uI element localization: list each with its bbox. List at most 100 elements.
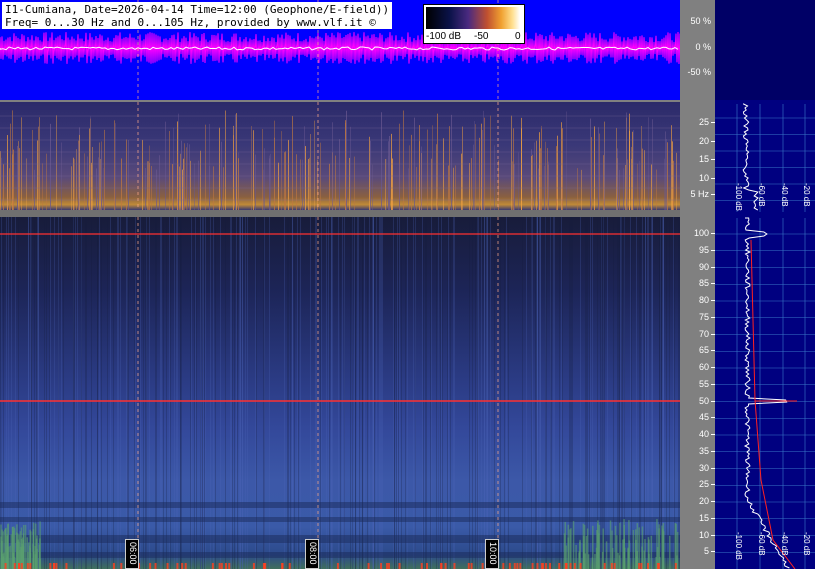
spectrogram-streak xyxy=(407,217,408,569)
spectrogram-streak xyxy=(553,217,554,569)
frequency-tick: 100 xyxy=(680,228,715,239)
high-frequency-spectrogram xyxy=(0,217,680,569)
spectrogram-streak xyxy=(210,217,211,569)
spectrogram-streak xyxy=(191,217,192,569)
spectrogram-streak xyxy=(263,169,264,210)
frequency-tick-label: 25 xyxy=(698,479,709,490)
spectrogram-streak xyxy=(302,159,303,210)
spectrogram-streak xyxy=(572,217,573,569)
spectrogram-streak xyxy=(601,217,602,569)
spectrogram-streak xyxy=(391,133,392,210)
spectrogram-streak xyxy=(115,123,116,210)
spectrogram-streak xyxy=(79,134,80,210)
spectrogram-streak xyxy=(430,217,431,569)
spectrogram-streak xyxy=(332,122,333,210)
low-noise-burst xyxy=(263,563,266,569)
spectrogram-streak xyxy=(6,217,7,569)
spectrogram-streak xyxy=(561,217,562,569)
noise-band xyxy=(0,502,680,508)
low-noise-burst xyxy=(610,563,613,569)
spectrogram-streak xyxy=(61,217,62,569)
spectrogram-streak xyxy=(566,111,567,210)
spectrogram-streak xyxy=(300,159,301,210)
low-noise-burst xyxy=(513,563,516,569)
spectrogram-streak xyxy=(159,155,160,210)
spectrogram-streak xyxy=(669,217,670,569)
spectrogram-streak xyxy=(74,159,75,210)
low-noise-streak xyxy=(658,524,660,569)
spectrogram-streak xyxy=(126,139,127,210)
spectrogram-streak xyxy=(198,160,199,210)
spectrogram-streak xyxy=(454,217,455,569)
spectrogram-streak xyxy=(633,130,634,210)
spectrogram-streak xyxy=(603,217,604,569)
spectrogram-streak xyxy=(478,217,479,569)
spectrogram-streak xyxy=(475,124,476,210)
low-noise-burst xyxy=(18,563,21,569)
spectrogram-streak xyxy=(382,217,383,569)
time-marker-label: 06:00 xyxy=(128,542,138,565)
low-noise-burst xyxy=(674,563,677,569)
frequency-tick-label: 15 xyxy=(698,512,709,523)
spectrogram-streak xyxy=(587,217,588,569)
spectrogram-streak xyxy=(118,217,119,569)
low-noise-burst xyxy=(508,563,511,569)
spectrogram-streak xyxy=(562,128,563,210)
waveform-scale-label: 50 % xyxy=(690,16,711,26)
spectrogram-streak xyxy=(398,217,399,569)
low-spectrogram-texture xyxy=(0,102,680,210)
spectrogram-streak xyxy=(200,150,201,210)
low-noise-burst xyxy=(569,563,572,569)
low-noise-streak xyxy=(0,550,3,569)
low-noise-streak xyxy=(24,524,27,569)
spectrogram-streak xyxy=(128,217,129,569)
spectrogram-streak xyxy=(512,161,513,210)
low-noise-burst xyxy=(549,563,552,569)
frequency-tick: 85 xyxy=(680,278,715,289)
spectrogram-streak xyxy=(73,157,74,210)
spectrogram-streak xyxy=(359,217,360,569)
spectrogram-streak xyxy=(376,217,377,569)
low-noise-burst xyxy=(558,563,561,569)
spectrogram-streak xyxy=(399,217,400,569)
spectrogram-streak xyxy=(114,120,115,210)
low-noise-streak xyxy=(644,539,646,569)
low-noise-streak xyxy=(598,524,601,569)
frequency-tick: 90 xyxy=(680,262,715,273)
spectrogram-streak xyxy=(548,161,549,210)
spectrogram-streak xyxy=(142,139,143,210)
low-noise-burst xyxy=(224,563,227,569)
waveform-scale-label: -50 % xyxy=(687,67,711,77)
low-noise-burst xyxy=(20,563,23,569)
frequency-tick: 35 xyxy=(680,446,715,457)
spectrogram-streak xyxy=(481,217,482,569)
spectrogram-streak xyxy=(8,217,9,569)
time-marker-label: 10:00 xyxy=(488,542,498,565)
spectrogram-streak xyxy=(374,217,375,569)
spectrogram-streak xyxy=(256,217,257,569)
spectrogram-streak xyxy=(126,217,127,569)
title-line2: Freq= 0...30 Hz and 0...105 Hz, provided… xyxy=(5,16,376,29)
spectrogram-streak xyxy=(648,117,649,210)
spectrogram-streak xyxy=(149,145,150,210)
spectrogram-streak xyxy=(85,217,86,569)
spectrogram-streak xyxy=(99,217,100,569)
low-noise-streak xyxy=(5,527,7,569)
low-noise-streak xyxy=(668,535,671,569)
low-noise-streak xyxy=(12,526,14,569)
spectrogram-streak xyxy=(18,217,19,569)
spectrogram-streak xyxy=(274,137,275,210)
spectrogram-streak xyxy=(662,217,663,569)
frequency-tick: 10 xyxy=(680,173,715,184)
low-noise-burst xyxy=(228,563,231,569)
spectrogram-streak xyxy=(177,217,178,569)
frequency-tick: 10 xyxy=(680,530,715,541)
spectrogram-streak xyxy=(639,217,640,569)
spectrogram-streak xyxy=(146,217,147,569)
waveform-scale-label: 0 % xyxy=(695,42,711,52)
spectrogram-streak xyxy=(665,131,666,210)
spectrogram-streak xyxy=(426,217,427,569)
spectrogram-streak xyxy=(397,217,398,569)
low-noise-burst xyxy=(426,563,429,569)
spectrogram-streak xyxy=(627,159,628,210)
